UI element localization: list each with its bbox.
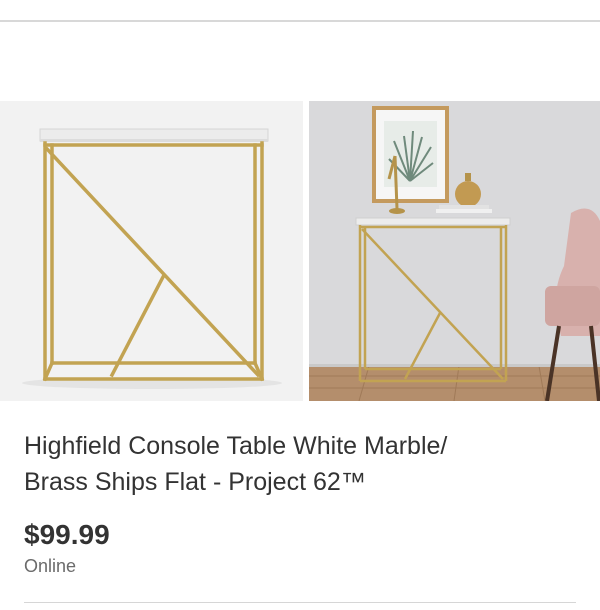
product-price: $99.99 <box>24 519 110 550</box>
product-title: Highfield Console Table White Marble/ Br… <box>24 428 584 500</box>
product-title-line-2: Brass Ships Flat - Project 62™ <box>24 468 366 496</box>
console-table-room-illustration <box>309 101 600 401</box>
top-divider <box>0 20 600 22</box>
console-table-studio-illustration <box>0 101 303 401</box>
availability-label: Online <box>24 556 77 576</box>
top-bar <box>0 0 600 22</box>
bottom-divider <box>24 602 576 603</box>
product-title-line-1: Highfield Console Table White Marble/ <box>24 432 448 460</box>
product-image-studio[interactable] <box>0 101 303 401</box>
product-image-room[interactable] <box>309 101 600 401</box>
